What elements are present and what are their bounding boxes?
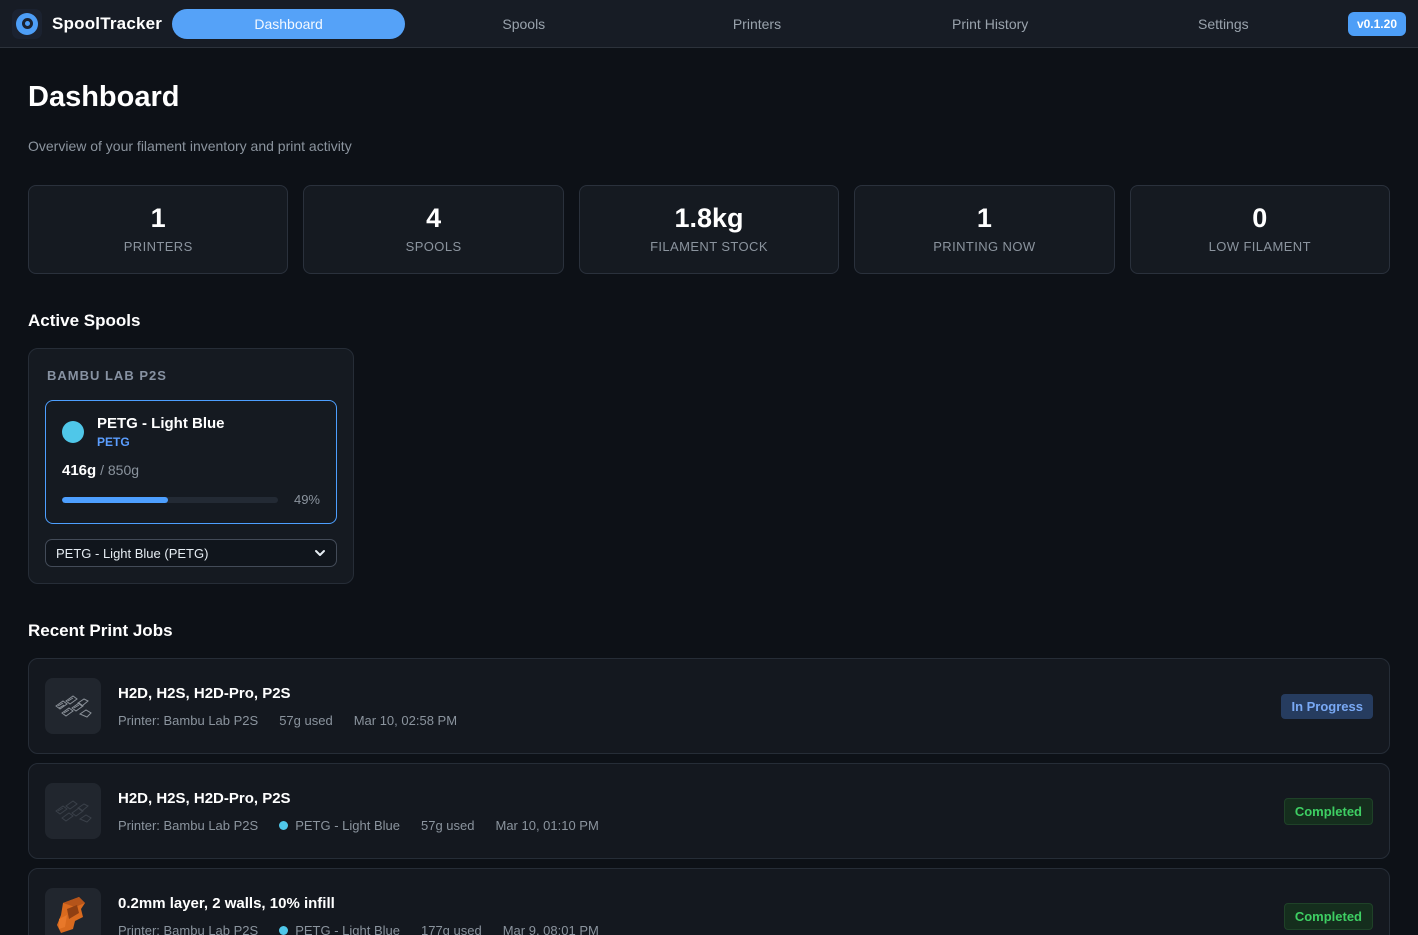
job-used: 177g used [420, 922, 482, 935]
stat-card-printing-now: 1 PRINTING NOW [854, 185, 1115, 274]
spool-used-weight: 416g [62, 462, 97, 479]
status-badge: Completed [1283, 797, 1373, 825]
spool-progress-percent: 49% [293, 492, 320, 507]
stat-value: 0 [1252, 203, 1268, 233]
filament-color-dot [62, 421, 84, 443]
job-filament-name: PETG - Light Blue [295, 817, 400, 833]
job-filament: PETG - Light Blue [279, 818, 400, 833]
stat-value: 4 [426, 203, 442, 233]
spool-selector-value: PETG - Light Blue (PETG) [56, 545, 209, 561]
recent-jobs-heading: Recent Print Jobs [28, 621, 173, 640]
spool-progress-row: 49% [62, 492, 320, 507]
stat-label: FILAMENT STOCK [650, 239, 768, 254]
version-badge: v0.1.20 [1347, 11, 1406, 36]
top-navigation-bar: SpoolTracker Dashboard Spools Printers P… [0, 0, 1418, 48]
job-printer: Printer: Bambu Lab P2S [118, 817, 259, 833]
stat-label: PRINTERS [123, 239, 193, 254]
job-date: Mar 10, 02:58 PM [353, 712, 458, 728]
stat-value: 1 [150, 203, 166, 233]
chevron-down-icon [314, 547, 326, 559]
spool-weights: 416g / 850g [62, 462, 320, 479]
spool-selector-dropdown[interactable]: PETG - Light Blue (PETG) [45, 539, 337, 567]
jobs-list: H2D, H2S, H2D-Pro, P2S Printer: Bambu La… [28, 658, 1390, 935]
job-row[interactable]: 0.2mm layer, 2 walls, 10% infill Printer… [28, 868, 1390, 935]
nav-item-dashboard[interactable]: Dashboard [172, 8, 406, 39]
stat-label: LOW FILAMENT [1208, 239, 1311, 254]
job-title: 0.2mm layer, 2 walls, 10% infill [118, 894, 335, 912]
stat-label: PRINTING NOW [933, 239, 1036, 254]
printer-group-card: BAMBU LAB P2S PETG - Light Blue PETG 416… [28, 348, 354, 584]
stat-label: SPOOLS [405, 239, 462, 254]
stat-card-filament-stock: 1.8kg FILAMENT STOCK [578, 185, 840, 274]
spool-material: PETG [97, 435, 130, 449]
nav-item-spools[interactable]: Spools [407, 9, 640, 39]
status-badge: In Progress [1281, 693, 1373, 719]
stat-card-low-filament: 0 LOW FILAMENT [1129, 185, 1390, 274]
job-date: Mar 10, 01:10 PM [495, 817, 599, 833]
main-nav: Dashboard Spools Printers Print History … [170, 0, 1340, 47]
filament-color-dot [279, 925, 289, 935]
stat-card-printers: 1 PRINTERS [28, 185, 289, 274]
printer-group-name: BAMBU LAB P2S [47, 368, 167, 383]
stats-row: 1 PRINTERS 4 SPOOLS 1.8kg FILAMENT STOCK… [28, 185, 1390, 274]
spooltracker-logo-icon [12, 8, 42, 39]
nav-item-print-history[interactable]: Print History [874, 9, 1107, 39]
job-title: H2D, H2S, H2D-Pro, P2S [118, 789, 291, 807]
status-badge: Completed [1283, 902, 1373, 930]
job-row[interactable]: H2D, H2S, H2D-Pro, P2S Printer: Bambu La… [28, 763, 1390, 859]
stat-value: 1 [976, 203, 992, 233]
job-filament: PETG - Light Blue [279, 923, 400, 935]
active-spool-card[interactable]: PETG - Light Blue PETG 416g / 850g 49% [45, 400, 337, 524]
stat-value: 1.8kg [674, 203, 744, 233]
filament-color-dot [279, 820, 289, 830]
nav-item-settings[interactable]: Settings [1107, 9, 1340, 39]
active-spools-heading: Active Spools [28, 311, 141, 330]
job-title: H2D, H2S, H2D-Pro, P2S [118, 684, 291, 702]
job-thumbnail-model-icon [45, 888, 101, 935]
job-printer: Printer: Bambu Lab P2S [118, 712, 259, 728]
dashboard-page: Dashboard Overview of your filament inve… [0, 81, 1418, 935]
spool-total-weight: / 850g [100, 462, 140, 478]
job-thumbnail-model-icon [45, 783, 101, 839]
brand: SpoolTracker [12, 8, 170, 39]
job-used: 57g used [279, 712, 333, 728]
nav-item-printers[interactable]: Printers [640, 9, 873, 39]
spool-name: PETG - Light Blue [97, 415, 225, 432]
job-thumbnail-model-icon [45, 678, 101, 734]
spool-progress-bar [62, 496, 278, 503]
app-name: SpoolTracker [52, 13, 163, 33]
stat-card-spools: 4 SPOOLS [303, 185, 564, 274]
job-date: Mar 9, 08:01 PM [502, 922, 599, 935]
job-filament-name: PETG - Light Blue [295, 922, 400, 935]
page-subtitle: Overview of your filament inventory and … [28, 138, 352, 154]
job-printer: Printer: Bambu Lab P2S [118, 922, 259, 935]
job-row[interactable]: H2D, H2S, H2D-Pro, P2S Printer: Bambu La… [28, 658, 1390, 754]
page-title: Dashboard [28, 81, 180, 113]
job-used: 57g used [420, 817, 475, 833]
